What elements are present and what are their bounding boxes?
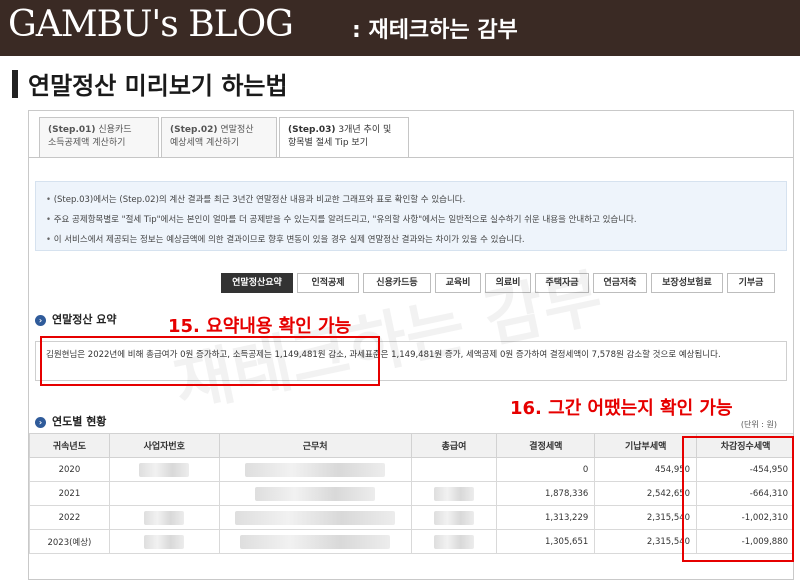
cell-workplace-redacted (218, 481, 412, 506)
blog-banner: GAMBU's BLOG : 재테크하는 감부 (0, 0, 800, 56)
menu-donation-button[interactable]: 기부금 (727, 273, 775, 293)
menu-summary-button[interactable]: 연말정산요약 (221, 273, 293, 293)
cell-salary-redacted (410, 481, 498, 506)
table-row: 2021 1,878,336 2,542,650 -664,310 (29, 481, 793, 506)
cell-bizno-redacted (108, 481, 220, 506)
col-year: 귀속년도 (29, 433, 110, 458)
info-item: (Step.03)에서는 (Step.02)의 계산 결과를 최근 3년간 연말… (46, 190, 776, 210)
history-title-text: 연도별 현황 (52, 415, 107, 428)
section-bullet-icon: › (35, 314, 46, 326)
tab-step-label: (Step.01) (48, 125, 96, 135)
section-bullet-icon: › (35, 416, 46, 428)
cell-workplace-redacted (218, 505, 412, 530)
cell-year: 2022 (29, 505, 110, 530)
tab-line1: 3개년 추이 및 (338, 125, 392, 135)
cell-workplace-redacted (218, 457, 412, 482)
tab-step-label: (Step.02) (170, 125, 218, 135)
tabs-divider (29, 157, 793, 158)
menu-medical-button[interactable]: 의료비 (485, 273, 531, 293)
col-bizno: 사업자번호 (108, 433, 220, 458)
cell-bizno-redacted (108, 505, 220, 530)
unit-label: (단위 : 원) (740, 420, 777, 429)
menu-insurance-button[interactable]: 보장성보험료 (651, 273, 723, 293)
cell-year: 2021 (29, 481, 110, 506)
menu-pension-button[interactable]: 연금저축 (593, 273, 647, 293)
annotation-15: 15. 요약내용 확인 가능 (168, 316, 352, 337)
col-salary: 총급여 (410, 433, 498, 458)
page-title: 연말정산 미리보기 하는법 (28, 72, 288, 100)
tab-step-label: (Step.03) (288, 125, 336, 135)
cell-decided: 1,305,651 (496, 529, 596, 554)
summary-highlight-box (40, 336, 380, 386)
blog-subtitle: : 재테크하는 감부 (352, 18, 518, 43)
menu-housing-button[interactable]: 주택자금 (535, 273, 589, 293)
tab-line2: 예상세액 계산하기 (170, 138, 240, 148)
cell-salary-redacted (410, 505, 498, 530)
summary-section-title: › 연말정산 요약 (35, 311, 117, 327)
annotation-16: 16. 그간 어땠는지 확인 가능 (510, 398, 733, 419)
blog-title: GAMBU's BLOG (8, 4, 294, 45)
cell-salary-redacted (410, 457, 498, 482)
tab-line1: 연말정산 (220, 125, 254, 135)
tab-step-02[interactable]: (Step.02) 연말정산 예상세액 계산하기 (161, 117, 277, 157)
menu-card-button[interactable]: 신용카드등 (363, 273, 431, 293)
info-item: 이 서비스에서 제공되는 정보는 예상금액에 의한 결과이므로 향후 변동이 있… (46, 230, 776, 250)
table-row: 2022 1,313,229 2,315,540 -1,002,310 (29, 505, 793, 530)
table-row: 2020 0 454,950 -454,950 (29, 457, 793, 482)
history-table: 귀속년도 사업자번호 근무처 총급여 결정세액 기납부세액 차감징수세액 202… (29, 433, 793, 554)
tab-line2: 항목별 절세 Tip 보기 (288, 138, 368, 148)
tab-step-01[interactable]: (Step.01) 신용카드 소득공제액 계산하기 (39, 117, 159, 157)
diff-highlight-box (682, 436, 794, 562)
cell-decided: 1,878,336 (496, 481, 596, 506)
menu-education-button[interactable]: 교육비 (435, 273, 481, 293)
cell-bizno-redacted (108, 529, 220, 554)
tab-line2: 소득공제액 계산하기 (48, 138, 126, 148)
cell-workplace-redacted (218, 529, 412, 554)
tab-step-03[interactable]: (Step.03) 3개년 추이 및 항목별 절세 Tip 보기 (279, 117, 409, 158)
col-workplace: 근무처 (218, 433, 412, 458)
history-section-title: › 연도별 현황 (35, 413, 106, 429)
info-item: 주요 공제항목별로 "절세 Tip"에서는 본인이 얼마를 더 공제받을 수 있… (46, 210, 776, 230)
table-row: 2023(예상) 1,305,651 2,315,540 -1,009,880 (29, 529, 793, 554)
cell-year: 2023(예상) (29, 529, 110, 554)
cell-year: 2020 (29, 457, 110, 482)
menu-personal-button[interactable]: 인적공제 (297, 273, 359, 293)
info-box: (Step.03)에서는 (Step.02)의 계산 결과를 최근 3년간 연말… (35, 181, 787, 251)
table-header-row: 귀속년도 사업자번호 근무처 총급여 결정세액 기납부세액 차감징수세액 (29, 433, 793, 458)
cell-decided: 1,313,229 (496, 505, 596, 530)
cell-decided: 0 (496, 457, 596, 482)
cell-bizno-redacted (108, 457, 220, 482)
col-decided-tax: 결정세액 (496, 433, 596, 458)
heading-marker (12, 70, 18, 98)
cell-salary-redacted (410, 529, 498, 554)
tab-line1: 신용카드 (98, 125, 132, 135)
summary-title-text: 연말정산 요약 (52, 313, 117, 326)
